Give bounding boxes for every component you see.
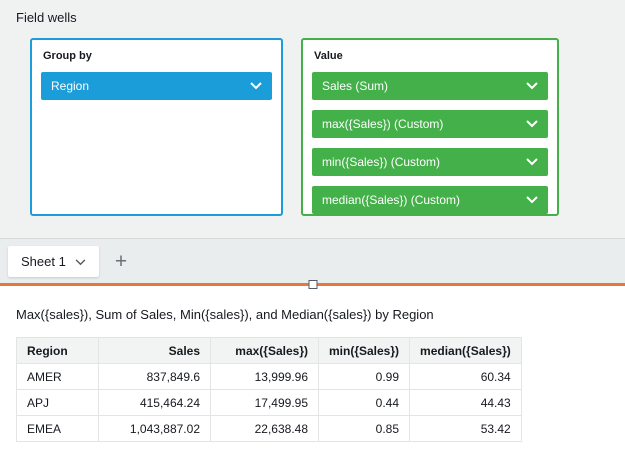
field-pill-label: max({Sales}) (Custom) bbox=[322, 117, 443, 131]
chevron-down-icon bbox=[250, 82, 262, 90]
chevron-down-icon bbox=[526, 82, 538, 90]
visual-canvas[interactable]: Max({sales}), Sum of Sales, Min({sales})… bbox=[0, 286, 625, 474]
column-header-min[interactable]: min({Sales}) bbox=[319, 338, 410, 364]
tab-sheet-1[interactable]: Sheet 1 bbox=[8, 246, 99, 277]
cell-sales: 837,849.6 bbox=[99, 364, 211, 390]
cell-sales: 1,043,887.02 bbox=[99, 416, 211, 442]
sheet-tab-bar: Sheet 1 + bbox=[0, 238, 625, 283]
column-header-sales[interactable]: Sales bbox=[99, 338, 211, 364]
table-row: EMEA 1,043,887.02 22,638.48 0.85 53.42 bbox=[17, 416, 522, 442]
value-field-max-sales[interactable]: max({Sales}) (Custom) bbox=[312, 110, 548, 138]
value-field-median-sales[interactable]: median({Sales}) (Custom) bbox=[312, 186, 548, 214]
table-header-row: Region Sales max({Sales}) min({Sales}) m… bbox=[17, 338, 522, 364]
value-label: Value bbox=[314, 50, 548, 62]
field-pill-label: Region bbox=[51, 79, 89, 93]
field-wells-panel: Field wells Group by Region Value Sales … bbox=[0, 0, 625, 238]
cell-region: APJ bbox=[17, 390, 99, 416]
cell-median: 44.43 bbox=[410, 390, 522, 416]
column-header-max[interactable]: max({Sales}) bbox=[211, 338, 319, 364]
tab-label: Sheet 1 bbox=[21, 254, 66, 269]
chevron-down-icon bbox=[75, 254, 86, 269]
plus-icon: + bbox=[115, 250, 127, 273]
group-by-well[interactable]: Group by Region bbox=[30, 38, 283, 216]
cell-region: EMEA bbox=[17, 416, 99, 442]
cell-max: 17,499.95 bbox=[211, 390, 319, 416]
value-well[interactable]: Value Sales (Sum) max({Sales}) (Custom) … bbox=[301, 38, 559, 216]
visual-selection-border bbox=[0, 283, 625, 286]
column-header-median[interactable]: median({Sales}) bbox=[410, 338, 522, 364]
add-sheet-button[interactable]: + bbox=[115, 251, 127, 272]
cell-median: 53.42 bbox=[410, 416, 522, 442]
cell-region: AMER bbox=[17, 364, 99, 390]
resize-handle[interactable] bbox=[308, 280, 317, 289]
value-field-sales-sum[interactable]: Sales (Sum) bbox=[312, 72, 548, 100]
table-row: APJ 415,464.24 17,499.95 0.44 44.43 bbox=[17, 390, 522, 416]
pivot-table: Region Sales max({Sales}) min({Sales}) m… bbox=[16, 337, 522, 442]
chevron-down-icon bbox=[526, 158, 538, 166]
field-pill-label: median({Sales}) (Custom) bbox=[322, 193, 460, 207]
group-by-label: Group by bbox=[43, 50, 272, 62]
cell-min: 0.85 bbox=[319, 416, 410, 442]
table-row: AMER 837,849.6 13,999.96 0.99 60.34 bbox=[17, 364, 522, 390]
value-field-min-sales[interactable]: min({Sales}) (Custom) bbox=[312, 148, 548, 176]
cell-sales: 415,464.24 bbox=[99, 390, 211, 416]
cell-min: 0.99 bbox=[319, 364, 410, 390]
visual-title: Max({sales}), Sum of Sales, Min({sales})… bbox=[16, 307, 609, 322]
field-pill-label: Sales (Sum) bbox=[322, 79, 388, 93]
field-pill-label: min({Sales}) (Custom) bbox=[322, 155, 440, 169]
cell-median: 60.34 bbox=[410, 364, 522, 390]
chevron-down-icon bbox=[526, 120, 538, 128]
cell-max: 22,638.48 bbox=[211, 416, 319, 442]
field-wells-title: Field wells bbox=[16, 10, 609, 25]
cell-max: 13,999.96 bbox=[211, 364, 319, 390]
group-by-field-region[interactable]: Region bbox=[41, 72, 272, 100]
column-header-region[interactable]: Region bbox=[17, 338, 99, 364]
field-wells-row: Group by Region Value Sales (Sum) max({S… bbox=[16, 38, 609, 216]
cell-min: 0.44 bbox=[319, 390, 410, 416]
chevron-down-icon bbox=[526, 196, 538, 204]
